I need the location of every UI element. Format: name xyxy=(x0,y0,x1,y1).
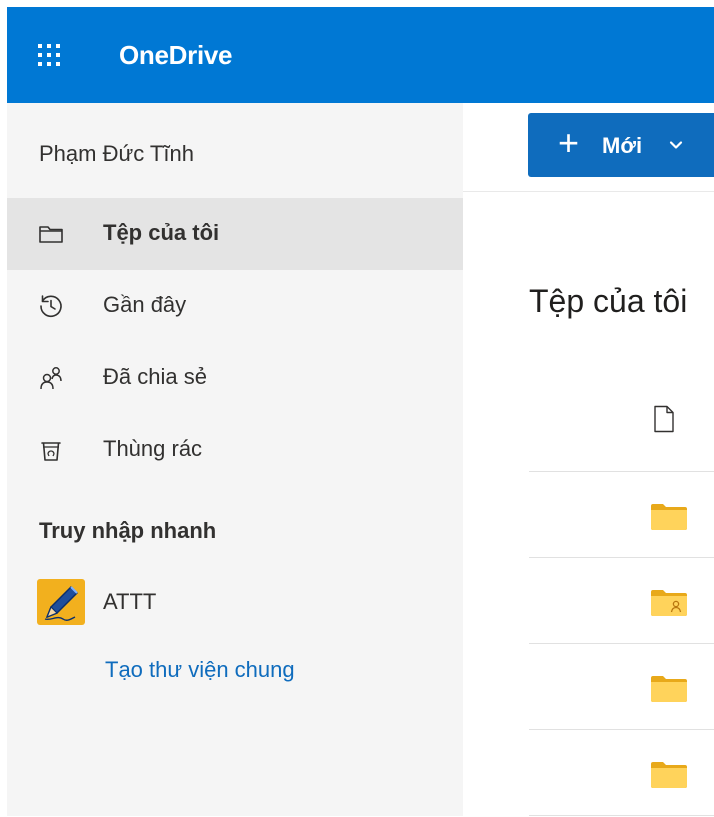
table-row[interactable] xyxy=(529,729,714,816)
main-content: + Mới Tệp của tôi xyxy=(463,103,714,816)
page-title: Tệp của tôi xyxy=(529,283,688,319)
sidebar-item-recent[interactable]: Gần đây xyxy=(7,270,463,342)
app-title[interactable]: OneDrive xyxy=(119,40,233,71)
quick-access-heading: Truy nhập nhanh xyxy=(39,518,217,543)
app-launcher-icon[interactable] xyxy=(38,44,62,68)
pencil-thumbnail-icon xyxy=(37,579,85,625)
quick-access-item-attt[interactable]: ATTT xyxy=(7,575,463,627)
new-button-label: Mới xyxy=(602,133,643,158)
create-shared-library-link[interactable]: Tạo thư viện chung xyxy=(105,657,295,683)
history-icon xyxy=(40,295,62,318)
command-bar: + Mới xyxy=(463,103,714,192)
top-bar: OneDrive xyxy=(7,7,714,103)
sidebar-item-label: Thùng rác xyxy=(103,436,203,461)
folder-icon xyxy=(651,504,687,530)
folder-icon xyxy=(651,762,687,788)
people-icon xyxy=(40,367,62,390)
file-type-header-icon[interactable] xyxy=(653,405,675,433)
sidebar-item-recycle-bin[interactable]: Thùng rác xyxy=(7,414,463,486)
folder-icon xyxy=(651,676,687,702)
shared-folder-icon xyxy=(651,590,687,616)
new-button[interactable]: + Mới xyxy=(528,113,714,177)
sidebar-item-label: Đã chia sẻ xyxy=(103,364,207,389)
plus-icon: + xyxy=(558,122,580,163)
recycle-bin-icon xyxy=(41,442,61,461)
sidebar: Phạm Đức Tĩnh Tệp của tôi Gần đây Đã chi… xyxy=(7,103,463,816)
table-row[interactable] xyxy=(529,643,714,730)
chevron-down-icon xyxy=(669,141,683,149)
sidebar-item-label: Tệp của tôi xyxy=(103,220,220,245)
table-row[interactable] xyxy=(529,471,714,558)
user-name: Phạm Đức Tĩnh xyxy=(39,141,194,166)
quick-access-label: ATTT xyxy=(103,589,157,614)
table-row[interactable] xyxy=(529,557,714,644)
sidebar-item-my-files[interactable]: Tệp của tôi xyxy=(7,198,463,270)
folder-icon xyxy=(39,226,63,243)
sidebar-item-shared[interactable]: Đã chia sẻ xyxy=(7,342,463,414)
sidebar-item-label: Gần đây xyxy=(103,292,187,317)
onedrive-window: OneDrive Phạm Đức Tĩnh Tệp của tôi Gần đ… xyxy=(7,7,714,816)
